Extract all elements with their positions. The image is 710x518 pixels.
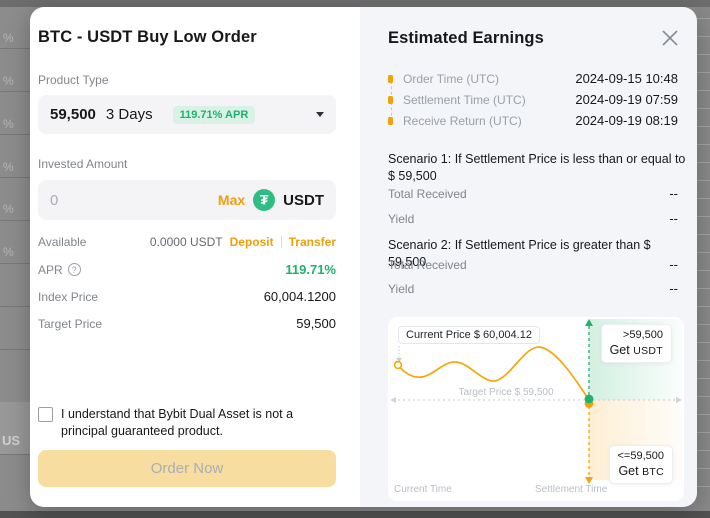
backdrop-row-divider: [0, 454, 30, 455]
agree-checkbox[interactable]: [38, 407, 53, 422]
total-received-label: Total Received: [388, 258, 467, 272]
dialog-title: BTC - USDT Buy Low Order: [38, 28, 257, 47]
screen: % % % % % % US: [0, 0, 710, 518]
apr-row: APR ? 119.71%: [38, 262, 336, 277]
settlement-chart: Current Price $ 60,004.12 Target Price $…: [388, 317, 684, 501]
get-label: Get: [618, 464, 638, 478]
order-time-label: Order Time (UTC): [403, 72, 499, 86]
deposit-link[interactable]: Deposit: [230, 235, 274, 249]
index-price-value: 60,004.1200: [264, 289, 336, 304]
apr-value: 119.71%: [285, 262, 336, 277]
backdrop-row-divider: [0, 177, 30, 178]
disclaimer-text: I understand that Bybit Dual Asset is no…: [61, 406, 343, 440]
scenario2-yield-row: Yield --: [388, 281, 678, 296]
apr-label: APR: [38, 263, 63, 277]
info-tooltip-icon[interactable]: ?: [68, 263, 81, 276]
available-row: Available 0.0000 USDT Deposit Transfer: [38, 235, 336, 249]
available-label: Available: [38, 235, 86, 249]
timeline-bullet-icon: [388, 117, 393, 125]
max-button[interactable]: Max: [218, 192, 245, 208]
close-icon[interactable]: [660, 28, 680, 48]
yield-label: Yield: [388, 282, 414, 296]
backdrop-percent: %: [3, 117, 14, 131]
backdrop-row-divider: [0, 349, 30, 350]
timeline-row: Receive Return (UTC) 2024-09-19 08:19: [388, 113, 678, 128]
total-received-label: Total Received: [388, 187, 467, 201]
backdrop-right-table: [697, 7, 710, 507]
backdrop-row-divider: [0, 134, 30, 135]
available-value: 0.0000 USDT: [150, 235, 223, 249]
asset-label: USDT: [633, 345, 663, 357]
disclaimer-row: I understand that Bybit Dual Asset is no…: [38, 406, 343, 440]
apr-badge: 119.71% APR: [173, 106, 256, 124]
timeline-bullet-icon: [388, 75, 393, 83]
receive-return-label: Receive Return (UTC): [403, 114, 522, 128]
earnings-title: Estimated Earnings: [388, 29, 544, 48]
total-received-value: --: [669, 257, 678, 272]
invested-amount-label: Invested Amount: [38, 157, 127, 171]
backdrop-row-divider: [0, 220, 30, 221]
strike-price: 59,500: [50, 106, 96, 123]
total-received-value: --: [669, 186, 678, 201]
backdrop-percent: %: [3, 74, 14, 88]
get-label: Get: [610, 343, 630, 357]
term-length: 3 Days: [106, 106, 153, 123]
backdrop-row-divider: [0, 48, 30, 49]
below-target-outcome: <=59,500 Get BTC: [609, 445, 674, 484]
product-type-select[interactable]: 59,500 3 Days 119.71% APR: [38, 95, 336, 134]
backdrop-top-strip: [0, 0, 710, 7]
yield-value: --: [669, 281, 678, 296]
currency-label: USDT: [283, 192, 324, 209]
settlement-time-label: Settlement Time (UTC): [403, 93, 526, 107]
order-time-value: 2024-09-15 10:48: [575, 71, 678, 86]
estimated-earnings-panel: Estimated Earnings Order Time (UTC) 2024…: [360, 7, 697, 507]
scenario1-total-row: Total Received --: [388, 186, 678, 201]
backdrop-left-table: % % % % % % US: [0, 7, 30, 507]
amount-placeholder: 0: [50, 192, 58, 209]
timeline-bullet-icon: [388, 96, 393, 104]
x-axis-current-time: Current Time: [394, 484, 452, 495]
backdrop-percent: %: [3, 160, 14, 174]
target-price-row: Target Price 59,500: [38, 316, 336, 331]
transfer-link[interactable]: Transfer: [289, 235, 336, 249]
settlement-time-value: 2024-09-19 07:59: [575, 92, 678, 107]
asset-label: BTC: [642, 466, 664, 478]
backdrop-row-divider: [0, 263, 30, 264]
amount-input[interactable]: 0 Max ₮ USDT: [38, 180, 336, 220]
backdrop-percent: %: [3, 245, 14, 259]
chevron-down-icon: [316, 112, 324, 117]
x-axis-settlement-time: Settlement Time: [535, 484, 607, 495]
yield-label: Yield: [388, 212, 414, 226]
timeline-row: Order Time (UTC) 2024-09-15 10:48: [388, 71, 678, 86]
backdrop-partial-text: US: [2, 433, 20, 448]
backdrop-bottom-bar: [0, 511, 710, 518]
index-price-row: Index Price 60,004.1200: [38, 289, 336, 304]
backdrop-row-divider: [0, 91, 30, 92]
backdrop-percent: %: [3, 202, 14, 216]
target-price-tag: Target Price $ 59,500: [446, 387, 566, 398]
target-price-label: Target Price: [38, 317, 102, 331]
receive-return-value: 2024-09-19 08:19: [575, 113, 678, 128]
scenario1-yield-row: Yield --: [388, 211, 678, 226]
scenario1-heading: Scenario 1: If Settlement Price is less …: [388, 151, 692, 185]
yield-value: --: [669, 211, 678, 226]
order-now-button[interactable]: Order Now: [38, 450, 336, 487]
condition-text: <=59,500: [618, 449, 665, 464]
condition-text: >59,500: [610, 328, 663, 343]
product-type-label: Product Type: [38, 73, 109, 87]
divider: [281, 236, 282, 248]
order-form-panel: BTC - USDT Buy Low Order Product Type 59…: [30, 7, 360, 507]
current-price-tag: Current Price $ 60,004.12: [398, 326, 540, 344]
timeline-row: Settlement Time (UTC) 2024-09-19 07:59: [388, 92, 678, 107]
index-price-label: Index Price: [38, 290, 98, 304]
above-target-outcome: >59,500 Get USDT: [601, 324, 672, 363]
dual-asset-order-dialog: BTC - USDT Buy Low Order Product Type 59…: [30, 7, 697, 507]
target-price-value: 59,500: [296, 316, 336, 331]
scenario2-total-row: Total Received --: [388, 257, 678, 272]
backdrop-percent: %: [3, 31, 14, 45]
usdt-coin-icon: ₮: [253, 189, 275, 211]
backdrop-row-divider: [0, 306, 30, 307]
